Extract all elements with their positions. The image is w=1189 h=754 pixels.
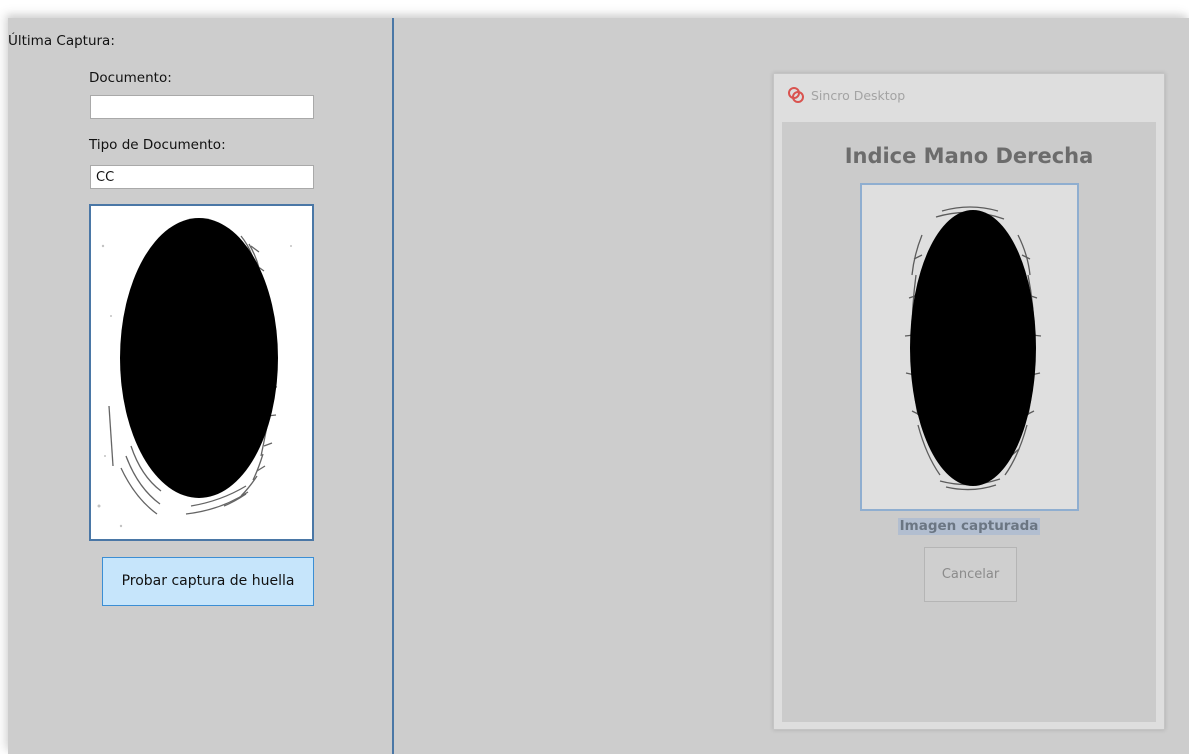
dialog-title: Sincro Desktop xyxy=(811,88,906,103)
fingerprint-icon xyxy=(904,206,1042,491)
cancel-button[interactable]: Cancelar xyxy=(924,547,1017,602)
dialog-titlebar: Sincro Desktop xyxy=(774,74,1164,120)
last-fingerprint-image xyxy=(89,204,314,541)
fingerprint-icon xyxy=(97,218,292,528)
last-capture-title: Última Captura: xyxy=(8,33,115,49)
panel-divider xyxy=(392,18,394,754)
sincro-logo-icon xyxy=(788,87,804,103)
captured-fingerprint-image xyxy=(860,183,1079,511)
capture-status-caption: Imagen capturada xyxy=(897,518,1041,535)
app-window: Última Captura: Documento: Tipo de Docum… xyxy=(8,18,1189,754)
document-type-field[interactable] xyxy=(90,165,314,189)
test-fingerprint-capture-button[interactable]: Probar captura de huella xyxy=(102,557,314,606)
finger-heading: Indice Mano Derecha xyxy=(844,144,1094,168)
capture-dialog: Sincro Desktop Indice Mano Derecha Image… xyxy=(773,73,1165,730)
dialog-body: Indice Mano Derecha Imagen capturada Can… xyxy=(782,122,1156,722)
document-field[interactable] xyxy=(90,95,314,119)
document-type-label: Tipo de Documento: xyxy=(89,137,226,153)
document-label: Documento: xyxy=(89,70,172,86)
last-capture-panel: Última Captura: Documento: Tipo de Docum… xyxy=(8,18,392,754)
